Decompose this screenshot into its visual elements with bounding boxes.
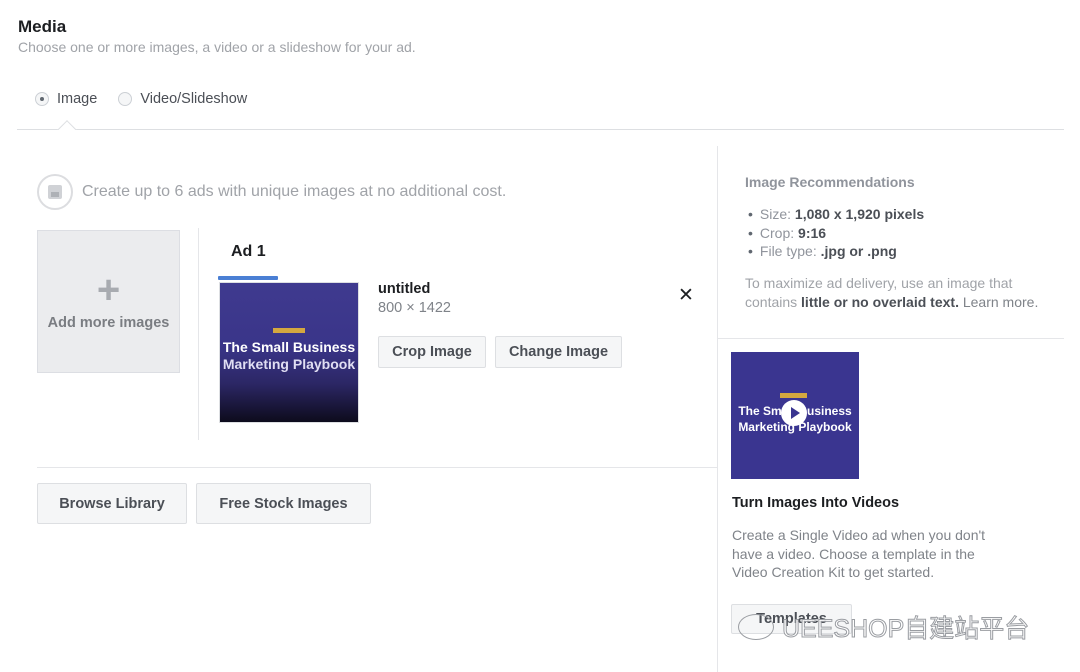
radio-image[interactable]: Image [35, 91, 97, 107]
recommendation-size: Size: 1,080 x 1,920 pixels [748, 205, 924, 224]
recommendations-note: To maximize ad delivery, use an image th… [745, 275, 1039, 310]
section-subtitle: Choose one or more images, a video or a … [18, 39, 416, 55]
browse-library-button[interactable]: Browse Library [37, 483, 187, 524]
video-preview-thumbnail[interactable]: The Small Business Marketing Playbook [731, 352, 859, 479]
panel-divider [717, 146, 718, 672]
close-icon[interactable]: ✕ [678, 285, 694, 307]
add-more-images-label: Add more images [47, 314, 170, 331]
thumbnail-tag [273, 328, 305, 333]
ad-divider [198, 228, 199, 440]
change-image-button[interactable]: Change Image [495, 336, 622, 368]
multi-ad-info-text: Create up to 6 ads with unique images at… [82, 183, 507, 200]
learn-more-link[interactable]: Learn more. [959, 294, 1039, 310]
image-name: untitled [378, 281, 431, 297]
video-promo-title: Turn Images Into Videos [732, 495, 900, 511]
ad-title: Ad 1 [231, 243, 266, 260]
tab-divider [17, 129, 1064, 130]
play-icon[interactable] [781, 400, 807, 426]
thumbnail-headline-1: The Small Business [222, 339, 356, 355]
recommendations-title: Image Recommendations [745, 174, 915, 190]
image-icon [37, 174, 73, 210]
bottom-divider [37, 467, 717, 468]
right-panel-divider [718, 338, 1064, 339]
plus-icon: + [96, 267, 121, 312]
recommendations-list: Size: 1,080 x 1,920 pixels Crop: 9:16 Fi… [748, 205, 924, 261]
templates-button[interactable]: Templates [731, 604, 852, 634]
ad-image-thumbnail[interactable]: The Small Business Marketing Playbook [219, 282, 359, 423]
radio-video-indicator[interactable] [118, 92, 133, 106]
image-dimensions: 800 × 1422 [378, 300, 451, 316]
radio-video-label: Video/Slideshow [140, 91, 248, 107]
multi-ad-info: Create up to 6 ads with unique images at… [37, 174, 506, 210]
free-stock-images-button[interactable]: Free Stock Images [196, 483, 371, 524]
crop-image-button[interactable]: Crop Image [378, 336, 486, 368]
radio-video-slideshow[interactable]: Video/Slideshow [118, 91, 247, 107]
recommendation-crop: Crop: 9:16 [748, 224, 924, 243]
section-title: Media [18, 17, 67, 36]
upload-progress-bar [218, 276, 278, 280]
tab-caret-indicator [57, 120, 77, 130]
video-thumbnail-tag [780, 393, 807, 398]
media-type-selector: Image Video/Slideshow [35, 91, 268, 107]
radio-image-label: Image [57, 91, 98, 107]
add-more-images-button[interactable]: + Add more images [37, 230, 180, 373]
recommendation-file-type: File type: .jpg or .png [748, 242, 924, 261]
thumbnail-headline-2: Marketing Playbook [222, 356, 356, 372]
radio-image-indicator[interactable] [35, 92, 49, 106]
video-promo-description: Create a Single Video ad when you don't … [732, 527, 986, 580]
